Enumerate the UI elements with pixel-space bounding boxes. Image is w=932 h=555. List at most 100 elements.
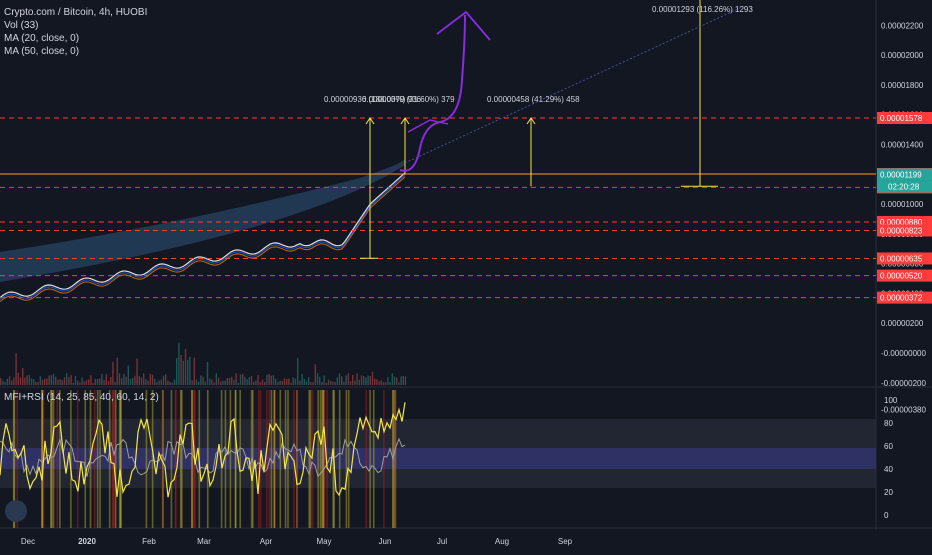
volume-bar [103, 380, 105, 385]
osc-spike [174, 390, 177, 528]
osc-spike [76, 390, 79, 528]
volume-bar [13, 377, 15, 385]
legend-vol: Vol (33) [4, 20, 39, 31]
volume-bar [79, 382, 81, 385]
volume-bar [360, 375, 363, 385]
volume-bar [92, 382, 94, 385]
volume-bar [149, 373, 151, 385]
chart-stage[interactable]: 0.000026000.000024000.000022000.00002000… [0, 0, 932, 550]
osc-spike [347, 390, 350, 528]
volume-bar [156, 382, 158, 385]
volume-bar [202, 376, 204, 385]
volume-bar [206, 361, 209, 385]
osc-spike [206, 390, 209, 528]
volume-bar [198, 381, 200, 385]
volume-bar [19, 377, 22, 385]
legend: Crypto.com / Bitcoin, 4h, HUOBI Vol (33)… [4, 6, 147, 58]
volume-bar [242, 373, 244, 385]
volume-bar [8, 376, 11, 385]
osc-spike [151, 390, 154, 528]
x-tick-label: May [316, 537, 331, 546]
volume-bar [24, 377, 26, 385]
volume-bar [193, 357, 195, 385]
volume-bar [354, 380, 356, 385]
osc-spike [112, 390, 115, 528]
osc-spike [345, 390, 348, 528]
volume-bar [59, 379, 61, 385]
osc-spike [338, 390, 341, 528]
annotation-label-2: 0.00000379 (31.60%) 379 [362, 95, 455, 104]
volume-bar [279, 380, 281, 385]
legend-ma50: MA (50, close, 0) [4, 46, 80, 57]
purple-arrow-head [436, 10, 491, 41]
volume-bar [107, 381, 110, 385]
volume-bar [330, 380, 332, 385]
tradingview-logo-icon[interactable] [5, 500, 27, 522]
volume-bar [389, 382, 391, 385]
volume-bar [22, 367, 24, 385]
y-tick-label: -0.00000380 [881, 406, 926, 415]
volume-bar [211, 379, 213, 385]
volume-bar [334, 382, 336, 385]
osc-spike [145, 390, 148, 528]
volume-bar [17, 372, 19, 385]
volume-bar [253, 381, 255, 385]
volume-bar [30, 378, 33, 385]
volume-bar [393, 376, 396, 385]
level-label: 0.00000372 [880, 294, 923, 303]
volume-bar [200, 375, 202, 385]
volume-bar [33, 378, 35, 385]
volume-bar [46, 378, 48, 385]
volume-bar [57, 379, 59, 385]
volume-bar [272, 375, 275, 385]
y-tick-label: -0.00000200 [881, 379, 926, 388]
projection-line [404, 7, 741, 164]
volume-bar [312, 382, 314, 385]
chart-svg[interactable]: 0.000026000.000024000.000022000.00002000… [0, 0, 932, 550]
volume-bar [220, 381, 222, 385]
volume-bar [41, 379, 44, 385]
osc-spike [118, 390, 121, 528]
purple-drawing-path [399, 14, 466, 172]
volume-bar [151, 374, 154, 385]
volume-bar [136, 358, 138, 385]
x-tick-label: Sep [558, 537, 573, 546]
osc-spike [56, 390, 59, 528]
osc-spike [365, 390, 368, 528]
volume-bar [145, 379, 147, 385]
volume-bar [283, 378, 286, 385]
volume-bar [173, 379, 176, 385]
level-label: 0.00001578 [880, 114, 923, 123]
osc-y-tick-label: 20 [884, 488, 893, 497]
oscillator-title: MFI+RSI (14, 25, 85, 40, 60, 14, 2) [4, 392, 159, 403]
osc-spike [50, 390, 52, 528]
volume-bar [154, 378, 156, 385]
volume-bar [116, 357, 118, 385]
volume-bar [261, 379, 264, 385]
volume-bar [371, 371, 374, 385]
volume-bar [349, 381, 352, 385]
volume-bar [143, 373, 145, 385]
volume-bar [160, 379, 162, 385]
volume-bar [259, 382, 261, 385]
volume-bar [189, 356, 191, 385]
volume-bar [299, 380, 301, 385]
volume-bar [391, 373, 393, 385]
volume-bars [0, 342, 407, 385]
volume-bar [217, 377, 220, 385]
x-tick-label: Feb [142, 537, 156, 546]
volume-bar [316, 373, 319, 385]
volume-bar [356, 373, 358, 385]
volume-bar [226, 378, 228, 385]
volume-bar [94, 378, 96, 385]
volume-bar [52, 373, 55, 385]
volume-bar [165, 373, 167, 385]
osc-spike [84, 390, 87, 528]
osc-spike [319, 390, 322, 528]
volume-bar [110, 376, 112, 385]
level-label: 0.00000520 [880, 272, 923, 281]
volume-bar [270, 375, 272, 385]
volume-bar [244, 376, 246, 385]
osc-spike [59, 390, 61, 528]
volume-bar [4, 382, 6, 385]
